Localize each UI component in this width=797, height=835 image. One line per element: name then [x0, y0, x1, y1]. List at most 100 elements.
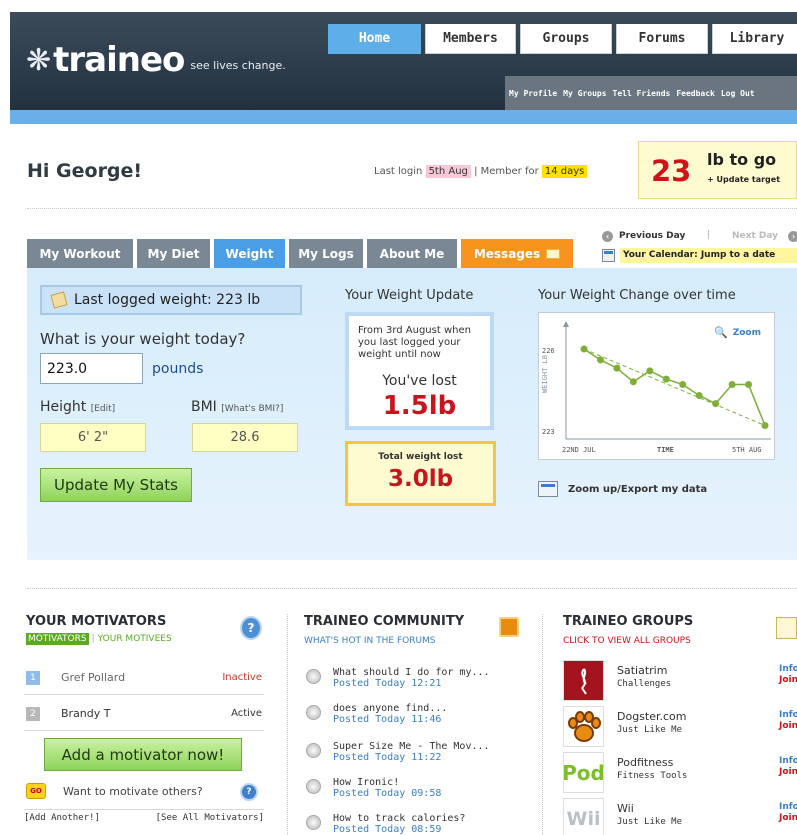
weight-data-point	[580, 345, 588, 353]
nav-forums[interactable]: Forums	[616, 24, 708, 54]
group-join-link[interactable]: Join	[779, 813, 797, 823]
member-for-value: 14 days	[541, 165, 588, 178]
update-stats-button[interactable]: Update My Stats	[40, 468, 192, 502]
chart-zoom[interactable]: 🔍 Zoom	[714, 326, 761, 339]
group-name[interactable]: Wii	[617, 802, 634, 815]
post-bullet-icon	[306, 815, 321, 830]
subnav-log-out[interactable]: Log Out	[721, 89, 755, 98]
traineo-logo[interactable]: ❋ traineo see lives change.	[26, 42, 286, 78]
post-title[interactable]: What should I do for my...	[333, 667, 490, 678]
weight-data-point	[596, 356, 604, 364]
last-logged-weight: Last logged weight: 223 lb	[40, 285, 302, 315]
group-info-link[interactable]: Info	[779, 664, 797, 674]
group-join-link[interactable]: Join	[779, 675, 797, 685]
motivator-row[interactable]: 2 Brandy T Active	[24, 697, 264, 731]
tab-my-workout[interactable]: My Workout	[27, 239, 133, 268]
tab-messages[interactable]: Messages	[461, 239, 573, 268]
weight-change-title: Your Weight Change over time	[538, 288, 736, 303]
groups-subtitle[interactable]: CLICK TO VIEW ALL GROUPS	[563, 636, 691, 646]
post-time: Posted Today 08:59	[333, 824, 442, 835]
subnav-feedback[interactable]: Feedback	[676, 89, 715, 98]
tab-weight[interactable]: Weight	[214, 239, 285, 268]
spreadsheet-icon	[538, 481, 558, 497]
nav-groups[interactable]: Groups	[520, 24, 612, 54]
subnav-my-profile[interactable]: My Profile	[509, 89, 557, 98]
day-separator: |	[707, 230, 711, 240]
zoom-export-label: Zoom up/Export my data	[568, 483, 708, 495]
column-divider	[287, 614, 288, 835]
motivate-others-text[interactable]: Want to motivate others?	[63, 785, 203, 798]
forum-post[interactable]: What should I do for my... Posted Today …	[306, 667, 536, 697]
post-bullet-icon	[306, 779, 321, 794]
see-all-motivators-link[interactable]: [See All Motivators]	[156, 813, 264, 823]
height-label: Height	[40, 399, 87, 415]
group-category: Just Like Me	[617, 725, 683, 735]
add-motivator-button[interactable]: Add a motivator now!	[44, 738, 242, 771]
y-axis-arrow	[563, 321, 569, 327]
x-axis-label: TIME	[657, 446, 674, 454]
page: ❋ traineo see lives change. Home Members…	[0, 0, 797, 835]
post-title[interactable]: How Ironic!	[333, 777, 399, 788]
post-title[interactable]: does anyone find...	[333, 703, 447, 714]
calendar-icon	[602, 249, 615, 262]
update-target-link[interactable]: + Update target	[707, 175, 780, 184]
wii-logo[interactable]: Wii	[563, 798, 604, 835]
calendar-jump[interactable]: Your Calendar: Jump to a date	[602, 247, 797, 264]
forum-post[interactable]: How to track calories? Posted Today 08:5…	[306, 813, 536, 835]
group-join-link[interactable]: Join	[779, 767, 797, 777]
lb-to-go-label: lb to go	[707, 150, 777, 169]
trend-line	[583, 348, 766, 426]
main-nav: Home Members Groups Forums Library	[328, 24, 797, 54]
forum-post[interactable]: Super Size Me - The Mov... Posted Today …	[306, 741, 536, 771]
weight-update-box: From 3rd August when you last logged you…	[345, 312, 494, 430]
subnav-my-groups[interactable]: My Groups	[563, 89, 606, 98]
dogster-logo[interactable]	[563, 706, 604, 747]
weight-unit: pounds	[152, 361, 204, 377]
tab-my-logs[interactable]: My Logs	[289, 239, 363, 268]
next-day-link[interactable]: Next Day	[732, 231, 778, 241]
weight-data-point	[662, 375, 670, 383]
nav-members[interactable]: Members	[425, 24, 516, 54]
community-subtitle[interactable]: WHAT'S HOT IN THE FORUMS	[304, 636, 436, 646]
height-label-group: Height [Edit]	[40, 399, 115, 415]
post-title[interactable]: How to track calories?	[333, 813, 465, 824]
group-info-link[interactable]: Info	[779, 710, 797, 720]
member-for-label: | Member for	[474, 166, 539, 177]
subnav-tell-friends[interactable]: Tell Friends	[613, 89, 671, 98]
satiatrim-logo[interactable]	[563, 660, 604, 701]
weight-data-point	[745, 381, 753, 389]
add-another-link[interactable]: [Add Another!]	[24, 813, 100, 823]
groups-title: TRAINEO GROUPS	[563, 614, 694, 629]
tab-motivators[interactable]: MOTIVATORS	[26, 633, 89, 645]
bmi-value: 28.6	[192, 423, 298, 452]
bmi-help-link[interactable]: [What's BMI?]	[221, 404, 283, 414]
forum-post[interactable]: does anyone find... Posted Today 11:46	[306, 703, 536, 733]
weight-input[interactable]	[40, 353, 143, 384]
envelope-icon	[546, 248, 561, 259]
group-name[interactable]: Podfitness	[617, 756, 673, 769]
group-join-link[interactable]: Join	[779, 721, 797, 731]
help-icon[interactable]: ?	[240, 616, 262, 640]
tab-about-me[interactable]: About Me	[367, 239, 457, 268]
zoom-export-link[interactable]: Zoom up/Export my data	[538, 481, 707, 497]
previous-day-link[interactable]: Previous Day	[619, 231, 685, 241]
nav-library[interactable]: Library	[712, 24, 797, 54]
previous-day-icon[interactable]: ‹	[602, 231, 613, 242]
motivator-row[interactable]: 1 Gref Pollard Inactive	[24, 661, 264, 695]
go-badge-icon: GO	[26, 783, 46, 799]
next-day-icon[interactable]: ›	[788, 231, 797, 242]
post-title[interactable]: Super Size Me - The Mov...	[333, 741, 490, 752]
group-info-link[interactable]: Info	[779, 756, 797, 766]
nav-home[interactable]: Home	[328, 24, 421, 54]
height-edit-link[interactable]: [Edit]	[91, 404, 115, 414]
group-name[interactable]: Dogster.com	[617, 710, 687, 723]
motivator-status: Inactive	[222, 672, 262, 683]
tab-your-motivees[interactable]: YOUR MOTIVEES	[98, 634, 172, 644]
calendar-jump-label[interactable]: Your Calendar: Jump to a date	[620, 248, 797, 263]
group-name[interactable]: Satiatrim	[617, 664, 667, 677]
group-info-link[interactable]: Info	[779, 802, 797, 812]
podfitness-logo[interactable]: Pod	[563, 752, 604, 793]
question-icon[interactable]: ?	[240, 783, 258, 801]
forum-post[interactable]: How Ironic! Posted Today 09:58	[306, 777, 536, 807]
tab-my-diet[interactable]: My Diet	[137, 239, 210, 268]
